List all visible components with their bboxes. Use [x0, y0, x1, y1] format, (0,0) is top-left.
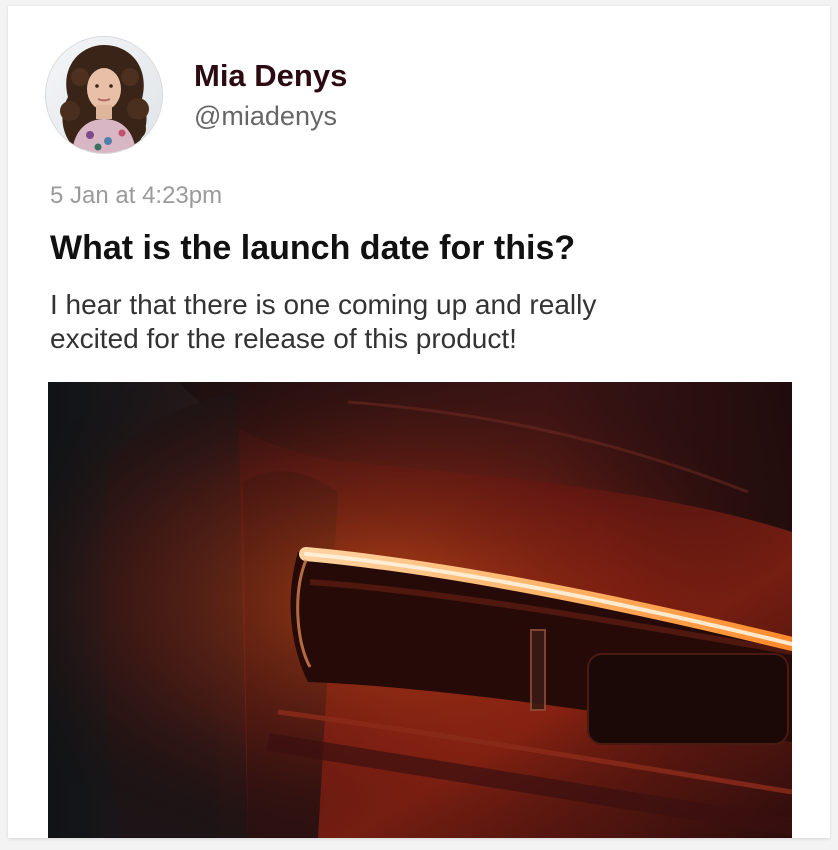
author-avatar[interactable] [46, 37, 162, 153]
car-headlight-photo-icon [48, 382, 792, 838]
post-body: I hear that there is one coming up and r… [50, 289, 597, 354]
post-card: Mia Denys @miadenys 5 Jan at 4:23pm What… [8, 6, 830, 838]
author-handle[interactable]: @miadenys [194, 101, 337, 132]
author-name[interactable]: Mia Denys [194, 58, 347, 94]
post-title: What is the launch date for this? [50, 229, 576, 267]
post-image[interactable] [48, 382, 792, 838]
post-timestamp: 5 Jan at 4:23pm [50, 182, 223, 209]
avatar-photo-icon [46, 37, 162, 153]
